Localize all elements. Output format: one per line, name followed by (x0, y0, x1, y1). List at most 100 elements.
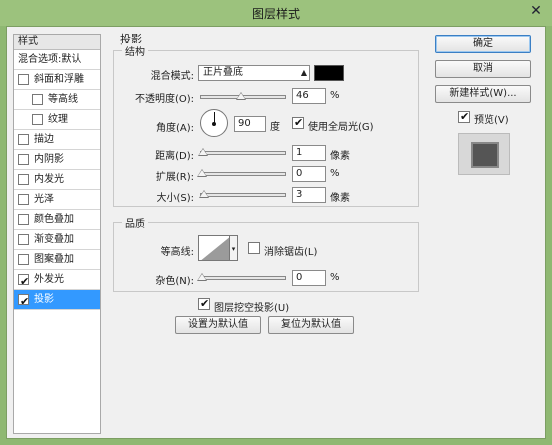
new-style-button[interactable]: 新建样式(W)... (435, 85, 531, 103)
angle-input[interactable]: 90 (234, 116, 266, 132)
antialias-checkbox[interactable] (248, 242, 260, 254)
style-item-checkbox[interactable] (18, 194, 29, 205)
angle-dial[interactable] (200, 109, 228, 137)
style-item-label: 斜面和浮雕 (34, 74, 84, 85)
knockout-label: 图层挖空投影(U) (214, 303, 290, 314)
distance-label: 距离(D): (155, 151, 194, 162)
style-item[interactable]: 颜色叠加 (14, 210, 100, 230)
style-list: 样式 混合选项:默认斜面和浮雕等高线纹理描边内阴影内发光 光泽颜色叠加渐变叠加 图案… (13, 34, 101, 434)
knockout-checkbox[interactable]: ✔ (198, 297, 210, 310)
style-item[interactable]: 斜面和浮雕 (14, 70, 100, 90)
style-item-checkbox[interactable] (18, 174, 29, 185)
contour-curve-icon (201, 237, 229, 260)
check-icon: ✔ (20, 295, 30, 308)
angle-center (212, 122, 216, 126)
angle-label: 角度(A): (155, 123, 194, 134)
spread-input[interactable]: 0 (292, 166, 326, 182)
style-item[interactable]: 纹理 (14, 110, 100, 130)
noise-slider[interactable] (197, 273, 286, 281)
preview-checkbox[interactable]: ✔ (458, 110, 470, 123)
style-item-checkbox[interactable] (32, 94, 43, 105)
noise-input[interactable]: 0 (292, 270, 326, 286)
reset-default-button[interactable]: 复位为默认值 (268, 316, 354, 334)
style-item-checkbox[interactable] (18, 254, 29, 265)
size-slider[interactable] (199, 190, 286, 198)
style-item-label: 颜色叠加 (34, 214, 74, 225)
dialog-body: 样式 混合选项:默认斜面和浮雕等高线纹理描边内阴影内发光 光泽颜色叠加渐变叠加 图案… (6, 26, 546, 439)
style-item-checkbox[interactable] (18, 154, 29, 165)
opacity-slider-thumb[interactable] (235, 92, 246, 100)
blend-mode-value: 正片叠底 (203, 67, 243, 78)
style-item-checkbox[interactable] (18, 74, 29, 85)
quality-title: 品质 (122, 215, 148, 230)
size-unit: 像素 (330, 193, 350, 204)
style-item-checkbox[interactable]: ✔ (18, 274, 29, 288)
style-item[interactable]: 内发光 (14, 170, 100, 190)
distance-slider[interactable] (198, 148, 286, 156)
make-default-button[interactable]: 设置为默认值 (175, 316, 261, 334)
style-item[interactable]: ✔ 投影 (14, 290, 100, 310)
style-item-label: 内阴影 (34, 154, 64, 165)
blend-mode-label: 混合模式: (150, 71, 194, 82)
spread-slider-thumb[interactable] (197, 169, 207, 177)
distance-unit: 像素 (330, 151, 350, 162)
size-input[interactable]: 3 (292, 187, 326, 203)
style-item-checkbox[interactable] (18, 134, 29, 145)
style-item-label: 投影 (34, 294, 54, 305)
style-item[interactable]: 描边 (14, 130, 100, 150)
style-item-checkbox[interactable]: ✔ (18, 294, 29, 308)
close-button[interactable]: ✕ (526, 2, 546, 20)
spread-slider[interactable] (197, 169, 286, 177)
noise-label: 杂色(N): (155, 276, 194, 287)
style-item-checkbox[interactable] (18, 234, 29, 245)
style-item-label: 等高线 (48, 94, 78, 105)
style-item[interactable]: 光泽 (14, 190, 100, 210)
cancel-button[interactable]: 取消 (435, 60, 531, 78)
style-item-label: 外发光 (34, 274, 64, 285)
style-list-header[interactable]: 样式 (14, 35, 100, 50)
preview-swatch (471, 142, 499, 168)
structure-group: 结构 混合模式: 正片叠底 ▲︎ 不透明度(O): 46 % 角度(A): 90… (113, 43, 419, 207)
global-light-label: 使用全局光(G) (308, 122, 374, 133)
check-icon: ✔ (294, 116, 304, 129)
check-icon: ✔ (460, 110, 470, 123)
distance-input[interactable]: 1 (292, 145, 326, 161)
style-item[interactable]: 渐变叠加 (14, 230, 100, 250)
style-item[interactable]: 混合选项:默认 (14, 50, 100, 70)
style-item-checkbox[interactable] (18, 214, 29, 225)
global-light-checkbox[interactable]: ✔ (292, 116, 304, 129)
style-item[interactable]: ✔ 外发光 (14, 270, 100, 290)
check-icon: ✔ (200, 297, 210, 310)
noise-slider-thumb[interactable] (197, 273, 207, 281)
angle-unit: 度 (270, 122, 280, 133)
opacity-unit: % (330, 90, 340, 101)
chevron-down-icon: ▲︎ (300, 68, 307, 77)
style-item-label: 纹理 (48, 114, 68, 125)
preview-label: 预览(V) (474, 115, 509, 126)
opacity-input[interactable]: 46 (292, 88, 326, 104)
opacity-label: 不透明度(O): (134, 94, 194, 105)
distance-slider-thumb[interactable] (198, 148, 208, 156)
window-title: 图层样式 (251, 7, 300, 21)
ok-button[interactable]: 确定 (435, 35, 531, 53)
style-item[interactable]: 等高线 (14, 90, 100, 110)
opacity-slider[interactable] (200, 92, 286, 100)
style-item-checkbox[interactable] (32, 114, 43, 125)
contour-dropdown-icon[interactable]: ▾ (230, 235, 238, 261)
style-item-label: 描边 (34, 134, 54, 145)
size-slider-thumb[interactable] (199, 190, 209, 198)
style-item[interactable]: 内阴影 (14, 150, 100, 170)
style-item[interactable]: 图案叠加 (14, 250, 100, 270)
check-icon: ✔ (20, 275, 30, 288)
structure-title: 结构 (122, 43, 148, 58)
blend-mode-select[interactable]: 正片叠底 ▲︎ (198, 65, 310, 81)
shadow-color-swatch[interactable] (314, 65, 344, 81)
spread-label: 扩展(R): (155, 172, 194, 183)
size-label: 大小(S): (156, 193, 194, 204)
preview-thumbnail (458, 133, 510, 175)
antialias-label: 消除锯齿(L) (264, 247, 318, 258)
quality-group: 品质 等高线: ▾ 消除锯齿(L) 杂色(N): 0 % (113, 215, 419, 292)
contour-label: 等高线: (160, 247, 194, 258)
contour-picker[interactable] (198, 235, 230, 261)
title-bar: 图层样式 ✕ (0, 0, 552, 26)
